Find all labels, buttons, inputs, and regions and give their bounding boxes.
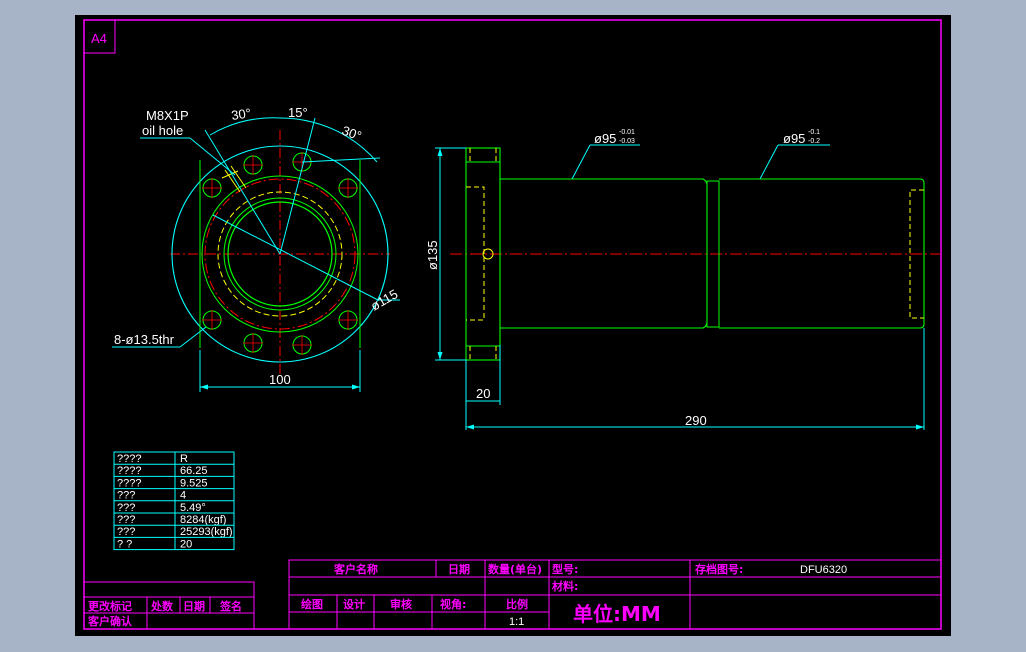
spec-row-value: R <box>180 453 188 465</box>
spec-row-label: ???? <box>117 465 141 477</box>
spec-row-value: 5.49° <box>180 502 206 514</box>
model-label: 型号: <box>552 562 578 576</box>
spec-row-label: ??? <box>117 526 135 538</box>
spec-row-label: ???? <box>117 477 141 489</box>
shaft-dia-1-label: ø95 <box>594 131 616 146</box>
spec-row-label: ??? <box>117 514 135 526</box>
shaft-dia-2-label: ø95 <box>783 131 805 146</box>
angle-left-label: 30° <box>230 105 252 123</box>
sheet-size-label: A4 <box>91 31 107 46</box>
paper <box>75 15 951 636</box>
customer-confirm-label: 客户确认 <box>87 614 133 628</box>
shaft-dia-2-tol-upper: -0.1 <box>808 129 820 136</box>
customer-name-label: 客户名称 <box>333 562 378 576</box>
spec-row-value: 4 <box>180 490 186 502</box>
spec-row-value: 8284(kgf) <box>180 514 226 526</box>
spec-row-label: ??? <box>117 502 135 514</box>
spec-row-value: 9.525 <box>180 477 208 489</box>
view-angle-label: 视角: <box>440 597 466 611</box>
archive-no-label: 存档图号: <box>695 562 743 576</box>
spec-row-value: 20 <box>180 538 192 550</box>
review-label: 审核 <box>390 597 412 611</box>
spec-row-label: ? ? <box>117 538 132 550</box>
callout-oil-hole-label: oil hole <box>142 123 183 138</box>
flange-width-label: 100 <box>269 372 291 387</box>
rev-count-label: 处数 <box>150 599 174 613</box>
rev-date-label: 日期 <box>183 599 205 613</box>
drawing-sheet: A4 30° 15° 30° M8X1P oil hole ø115 8-ø13… <box>75 15 951 636</box>
spec-row-label: ??? <box>117 490 135 502</box>
quantity-label: 数量(单台) <box>488 562 542 576</box>
flange-dia-label: ø135 <box>425 240 440 270</box>
date-label: 日期 <box>448 562 470 576</box>
flange-thickness-label: 20 <box>476 386 490 401</box>
total-length-label: 290 <box>685 413 707 428</box>
rev-mark-label: 更改标记 <box>88 599 132 613</box>
holes-note-label: 8-ø13.5thr <box>114 332 175 347</box>
scale-value: 1:1 <box>509 616 524 628</box>
scale-label: 比例 <box>506 597 528 611</box>
spec-row-value: 66.25 <box>180 465 208 477</box>
drawn-label: 绘图 <box>301 597 323 611</box>
material-label: 材料: <box>552 579 578 593</box>
design-label: 设计 <box>343 597 365 611</box>
archive-value: DFU6320 <box>800 564 847 576</box>
spec-row-label: ???? <box>117 453 141 465</box>
angle-middle-label: 15° <box>288 105 308 120</box>
unit-label: 单位:MM <box>573 602 661 626</box>
shaft-dia-1-tol-lower: -0.03 <box>619 138 635 145</box>
rev-sign-label: 签名 <box>219 599 242 613</box>
shaft-dia-2-tol-lower: -0.2 <box>808 138 820 145</box>
shaft-dia-1-tol-upper: -0.01 <box>619 129 635 136</box>
callout-thread-label: M8X1P <box>146 108 189 123</box>
spec-row-value: 25293(kgf) <box>180 526 233 538</box>
